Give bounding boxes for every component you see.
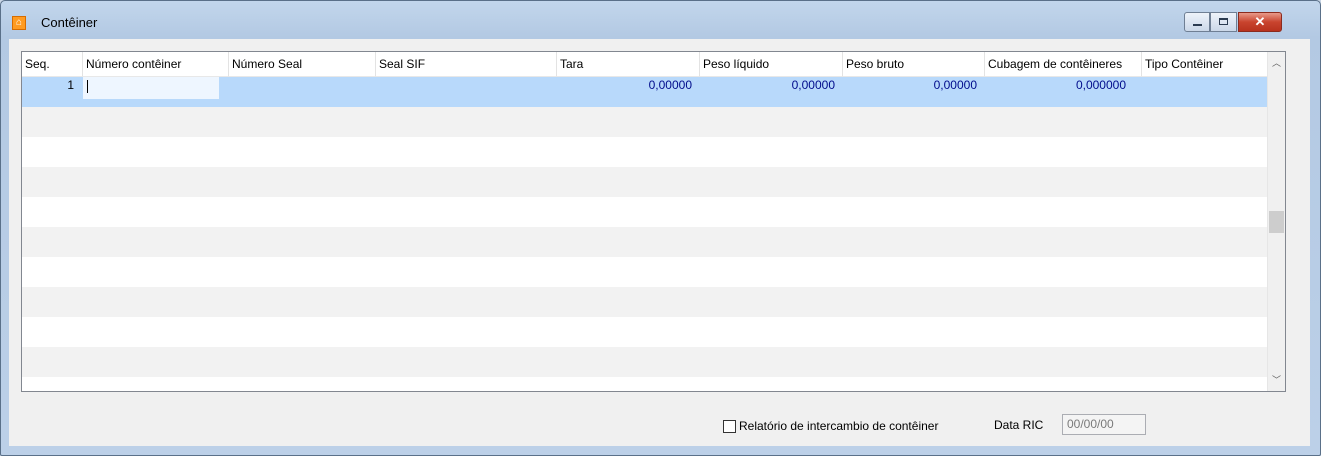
- empty-row[interactable]: [22, 287, 1267, 317]
- window-title: Contêiner: [41, 15, 98, 30]
- empty-row[interactable]: [22, 137, 1267, 167]
- cell-peso-liquido[interactable]: 0,00000: [700, 77, 843, 107]
- column-header-numero-conteiner[interactable]: Número contêiner: [83, 52, 229, 77]
- maximize-button[interactable]: [1210, 12, 1237, 32]
- empty-row[interactable]: [22, 227, 1267, 257]
- cell-seal-sif[interactable]: [376, 77, 557, 107]
- maximize-icon: [1219, 18, 1228, 25]
- empty-row[interactable]: [22, 167, 1267, 197]
- table-row[interactable]: 1 0,00000 0,00000 0,00000 0,000000: [22, 77, 1267, 107]
- data-ric-label: Data RIC: [994, 418, 1044, 432]
- text-caret: [87, 80, 88, 93]
- column-header-numero-seal[interactable]: Número Seal: [229, 52, 376, 77]
- empty-row[interactable]: [22, 107, 1267, 137]
- container-window: ⌂ Contêiner ✕ Seq. Número contêiner Núme…: [0, 0, 1321, 456]
- empty-row[interactable]: [22, 257, 1267, 287]
- app-icon: ⌂: [12, 16, 26, 30]
- title-bar[interactable]: ⌂ Contêiner ✕: [1, 1, 1320, 39]
- empty-row[interactable]: [22, 197, 1267, 227]
- intercambio-checkbox-label[interactable]: Relatório de intercambio de contêiner: [739, 419, 938, 433]
- column-header-peso-liquido[interactable]: Peso líquido: [700, 52, 843, 77]
- close-button[interactable]: ✕: [1238, 12, 1282, 32]
- grid-header: Seq. Número contêiner Número Seal Seal S…: [22, 52, 1267, 77]
- container-grid[interactable]: Seq. Número contêiner Número Seal Seal S…: [21, 51, 1286, 392]
- cell-tara[interactable]: 0,00000: [557, 77, 700, 107]
- empty-row[interactable]: [22, 347, 1267, 377]
- scrollbar-thumb[interactable]: [1269, 210, 1284, 233]
- column-header-tipo-conteiner[interactable]: Tipo Contêiner: [1142, 52, 1267, 77]
- column-header-cubagem[interactable]: Cubagem de contêineres: [985, 52, 1142, 77]
- cell-cubagem[interactable]: 0,000000: [985, 77, 1142, 107]
- empty-row[interactable]: [22, 317, 1267, 347]
- minimize-button[interactable]: [1184, 12, 1210, 32]
- column-header-tara[interactable]: Tara: [557, 52, 700, 77]
- column-header-seq[interactable]: Seq.: [22, 52, 83, 77]
- minimize-icon: [1193, 24, 1202, 26]
- vertical-scrollbar[interactable]: ︿ ﹀: [1267, 52, 1285, 391]
- client-area: Seq. Número contêiner Número Seal Seal S…: [9, 39, 1310, 446]
- column-header-peso-bruto[interactable]: Peso bruto: [843, 52, 985, 77]
- numero-conteiner-input[interactable]: [83, 77, 219, 99]
- cell-seq[interactable]: 1: [22, 77, 83, 107]
- close-icon: ✕: [1254, 14, 1266, 29]
- intercambio-checkbox[interactable]: [723, 419, 736, 433]
- intercambio-checkbox-group[interactable]: Relatório de intercambio de contêiner: [723, 419, 938, 433]
- scroll-up-icon[interactable]: ︿: [1268, 54, 1285, 72]
- scroll-down-icon[interactable]: ﹀: [1268, 371, 1285, 389]
- cell-peso-bruto[interactable]: 0,00000: [843, 77, 985, 107]
- empty-row[interactable]: [22, 377, 1267, 391]
- cell-numero-seal[interactable]: [229, 77, 376, 107]
- column-header-seal-sif[interactable]: Seal SIF: [376, 52, 557, 77]
- cell-tipo-conteiner[interactable]: [1142, 77, 1267, 107]
- data-ric-field[interactable]: 00/00/00: [1062, 414, 1146, 435]
